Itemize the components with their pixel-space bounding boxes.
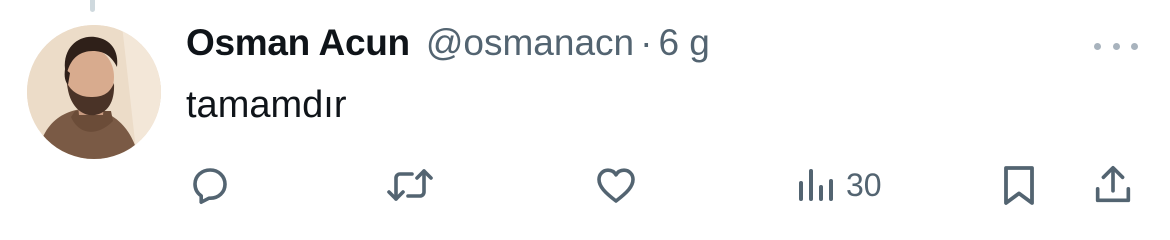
more-dot (1131, 42, 1138, 50)
more-dot (1094, 42, 1101, 50)
heart-icon (597, 168, 635, 203)
author-name[interactable]: Osman Acun (186, 22, 410, 64)
more-dot (1112, 42, 1120, 50)
retweet-icon (387, 169, 433, 201)
author-handle[interactable]: @osmanacn (426, 22, 634, 64)
more-options-button[interactable] (1094, 36, 1138, 56)
thread-connector-line (90, 0, 95, 12)
views-count: 30 (846, 166, 882, 203)
header-separator: · (640, 22, 653, 63)
retweet-button[interactable] (384, 160, 436, 210)
avatar[interactable] (27, 25, 161, 159)
share-icon (1095, 165, 1131, 203)
share-button[interactable] (1090, 160, 1136, 210)
reply-button[interactable] (186, 160, 234, 210)
tweet-text: tamamdır (186, 84, 347, 126)
bookmark-button[interactable] (997, 160, 1041, 210)
avatar-image (27, 25, 161, 159)
views-button[interactable]: 30 (796, 160, 882, 210)
tweet-header: Osman Acun @osmanacn · 6 g (186, 22, 710, 70)
bookmark-icon (1004, 166, 1034, 205)
reply-icon (193, 168, 227, 204)
views-icon (799, 169, 833, 201)
tweet-actions-bar: 30 (0, 160, 1170, 210)
like-button[interactable] (591, 160, 641, 210)
tweet-timestamp[interactable]: 6 g (658, 22, 709, 64)
